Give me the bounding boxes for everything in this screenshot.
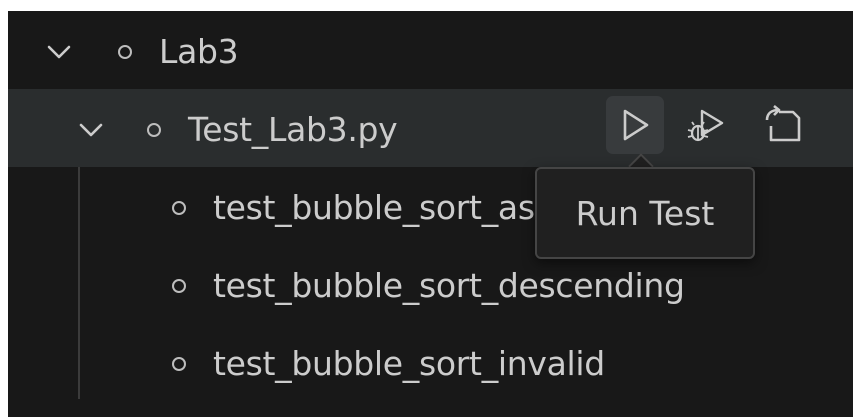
test-status-icon: [118, 45, 132, 59]
chevron-down-icon[interactable]: [78, 117, 104, 143]
debug-test-icon: [687, 109, 724, 142]
debug-test-button[interactable]: [678, 96, 736, 154]
tree-item-label: test_bubble_sort_invalid: [213, 344, 605, 383]
test-explorer-panel: Lab3 Test_Lab3.py test_bubble_sort_ascen…: [8, 11, 853, 417]
tooltip-text: Run Test: [575, 193, 715, 233]
test-status-icon: [172, 279, 186, 293]
test-status-icon: [172, 357, 186, 371]
chevron-down-icon[interactable]: [46, 39, 72, 65]
tree-item-label: test_bubble_sort_descending: [213, 266, 685, 305]
tree-item-lab3[interactable]: Lab3: [8, 11, 853, 89]
tree-item-test-case[interactable]: test_bubble_sort_invalid: [8, 323, 853, 401]
run-test-button[interactable]: [606, 96, 664, 154]
test-status-icon: [172, 201, 186, 215]
tree-item-test-file[interactable]: Test_Lab3.py: [8, 89, 853, 167]
tree-item-label: Lab3: [159, 32, 239, 71]
go-to-test-button[interactable]: [755, 96, 813, 154]
test-status-icon: [147, 123, 161, 137]
tree-item-label: Test_Lab3.py: [188, 110, 398, 149]
run-test-tooltip: Run Test: [535, 167, 755, 259]
run-test-icon: [623, 109, 649, 141]
go-to-test-icon: [765, 104, 801, 142]
